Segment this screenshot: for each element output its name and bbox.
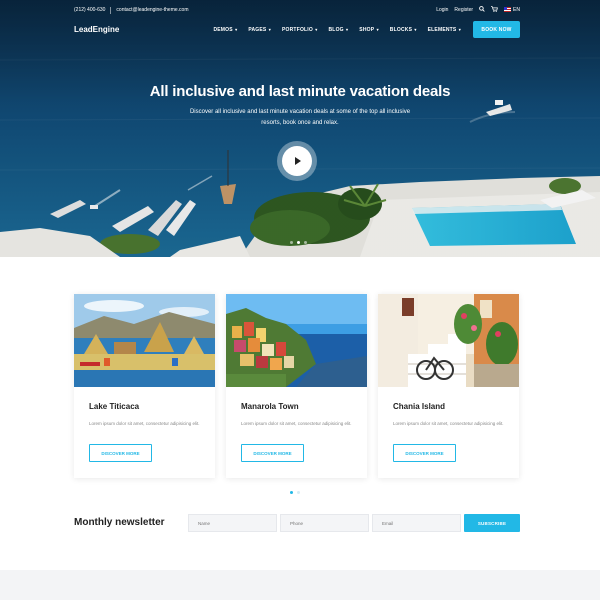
hero-subtitle: Discover all inclusive and last minute v… [189, 109, 411, 126]
nav-item-pages[interactable]: PAGES ▾ [248, 27, 271, 33]
card-image-manarola-town[interactable] [226, 294, 367, 387]
play-button-inner [282, 146, 312, 176]
hero-section: (212) 400-630 contact@leadengine-theme.c… [0, 0, 600, 257]
topbar: (212) 400-630 contact@leadengine-theme.c… [74, 5, 520, 15]
nav-item-label: BLOCKS [389, 26, 413, 33]
card-title[interactable]: Manarola Town [241, 402, 299, 411]
chevron-down-icon: ▾ [375, 26, 379, 32]
slider-dot[interactable] [304, 241, 307, 244]
phone-input[interactable] [280, 514, 369, 532]
topbar-right: Login Register EN [436, 6, 520, 14]
slider-dot-active[interactable] [297, 241, 300, 244]
nav-item-shop[interactable]: SHOP ▾ [359, 27, 379, 33]
newsletter-title: Monthly newsletter [74, 517, 165, 528]
chevron-down-icon: ▾ [233, 26, 238, 32]
chevron-down-icon: ▾ [413, 26, 417, 32]
nav-item-label: PAGES [248, 26, 267, 33]
destination-card: Chania Island Lorem ipsum dolor sit amet… [378, 294, 519, 478]
hero-title: All inclusive and last minute vacation d… [149, 83, 451, 100]
nav-item-label: DEMOS [213, 26, 233, 33]
flag-icon [504, 7, 512, 13]
email-input[interactable] [372, 514, 461, 532]
slider-dot-active[interactable] [290, 491, 293, 494]
nav-item-elements[interactable]: ELEMENTS ▾ [428, 27, 461, 33]
card-slider-dots [290, 491, 300, 494]
name-input[interactable] [188, 514, 277, 532]
slider-dot[interactable] [290, 241, 293, 244]
card-text: Lorem ipsum dolor sit amet, consectetur … [393, 421, 504, 426]
card-text: Lorem ipsum dolor sit amet, consectetur … [241, 421, 352, 426]
cart-icon[interactable] [491, 6, 498, 14]
card-title[interactable]: Chania Island [393, 402, 445, 411]
nav-item-label: ELEMENTS [427, 26, 457, 33]
chevron-down-icon: ▾ [313, 26, 318, 32]
destination-card: Manarola Town Lorem ipsum dolor sit amet… [226, 294, 367, 478]
discover-more-button[interactable]: DISCOVER MORE [89, 444, 152, 462]
book-now-button[interactable]: BOOK NOW [473, 21, 520, 38]
subscribe-button[interactable]: SUBSCRIBE [464, 514, 520, 532]
card-title[interactable]: Lake Titicaca [89, 402, 139, 411]
discover-more-button[interactable]: DISCOVER MORE [241, 444, 304, 462]
nav-item-blocks[interactable]: BLOCKS ▾ [390, 27, 417, 33]
slider-dot[interactable] [297, 491, 300, 494]
destination-card: Lake Titicaca Lorem ipsum dolor sit amet… [74, 294, 215, 478]
nav-item-label: SHOP [359, 26, 375, 33]
card-image-chania-island[interactable] [378, 294, 519, 387]
card-text: Lorem ipsum dolor sit amet, consectetur … [89, 421, 200, 426]
play-icon [295, 157, 301, 165]
language-selector[interactable]: EN [504, 7, 520, 13]
topbar-divider [110, 6, 112, 14]
site-logo[interactable]: LeadEngine [74, 25, 119, 34]
main-nav: LeadEngine DEMOS ▾ PAGES ▾ PORTFOLIO ▾ B… [74, 21, 520, 38]
login-link[interactable]: Login [436, 7, 448, 13]
nav-menu: DEMOS ▾ PAGES ▾ PORTFOLIO ▾ BLOG ▾ SHOP … [213, 27, 461, 33]
chevron-down-icon: ▾ [457, 26, 461, 32]
nav-item-blog[interactable]: BLOG ▾ [329, 27, 349, 33]
destination-cards: Lake Titicaca Lorem ipsum dolor sit amet… [74, 294, 520, 478]
discover-more-button[interactable]: DISCOVER MORE [393, 444, 456, 462]
play-video-button[interactable] [277, 141, 317, 181]
register-link[interactable]: Register [454, 7, 473, 13]
nav-item-label: PORTFOLIO [282, 26, 313, 33]
search-icon[interactable] [479, 6, 485, 14]
nav-item-portfolio[interactable]: PORTFOLIO ▾ [282, 27, 318, 33]
topbar-phone[interactable]: (212) 400-630 [74, 7, 105, 13]
chevron-down-icon: ▾ [267, 26, 271, 32]
chevron-down-icon: ▾ [344, 26, 349, 32]
card-image-lake-titicaca[interactable] [74, 294, 215, 387]
language-label: EN [513, 7, 520, 13]
hero-slider-dots [290, 241, 307, 244]
topbar-email[interactable]: contact@leadengine-theme.com [116, 7, 188, 13]
nav-item-label: BLOG [328, 26, 344, 33]
nav-item-demos[interactable]: DEMOS ▾ [213, 27, 237, 33]
footer-band [0, 570, 600, 600]
